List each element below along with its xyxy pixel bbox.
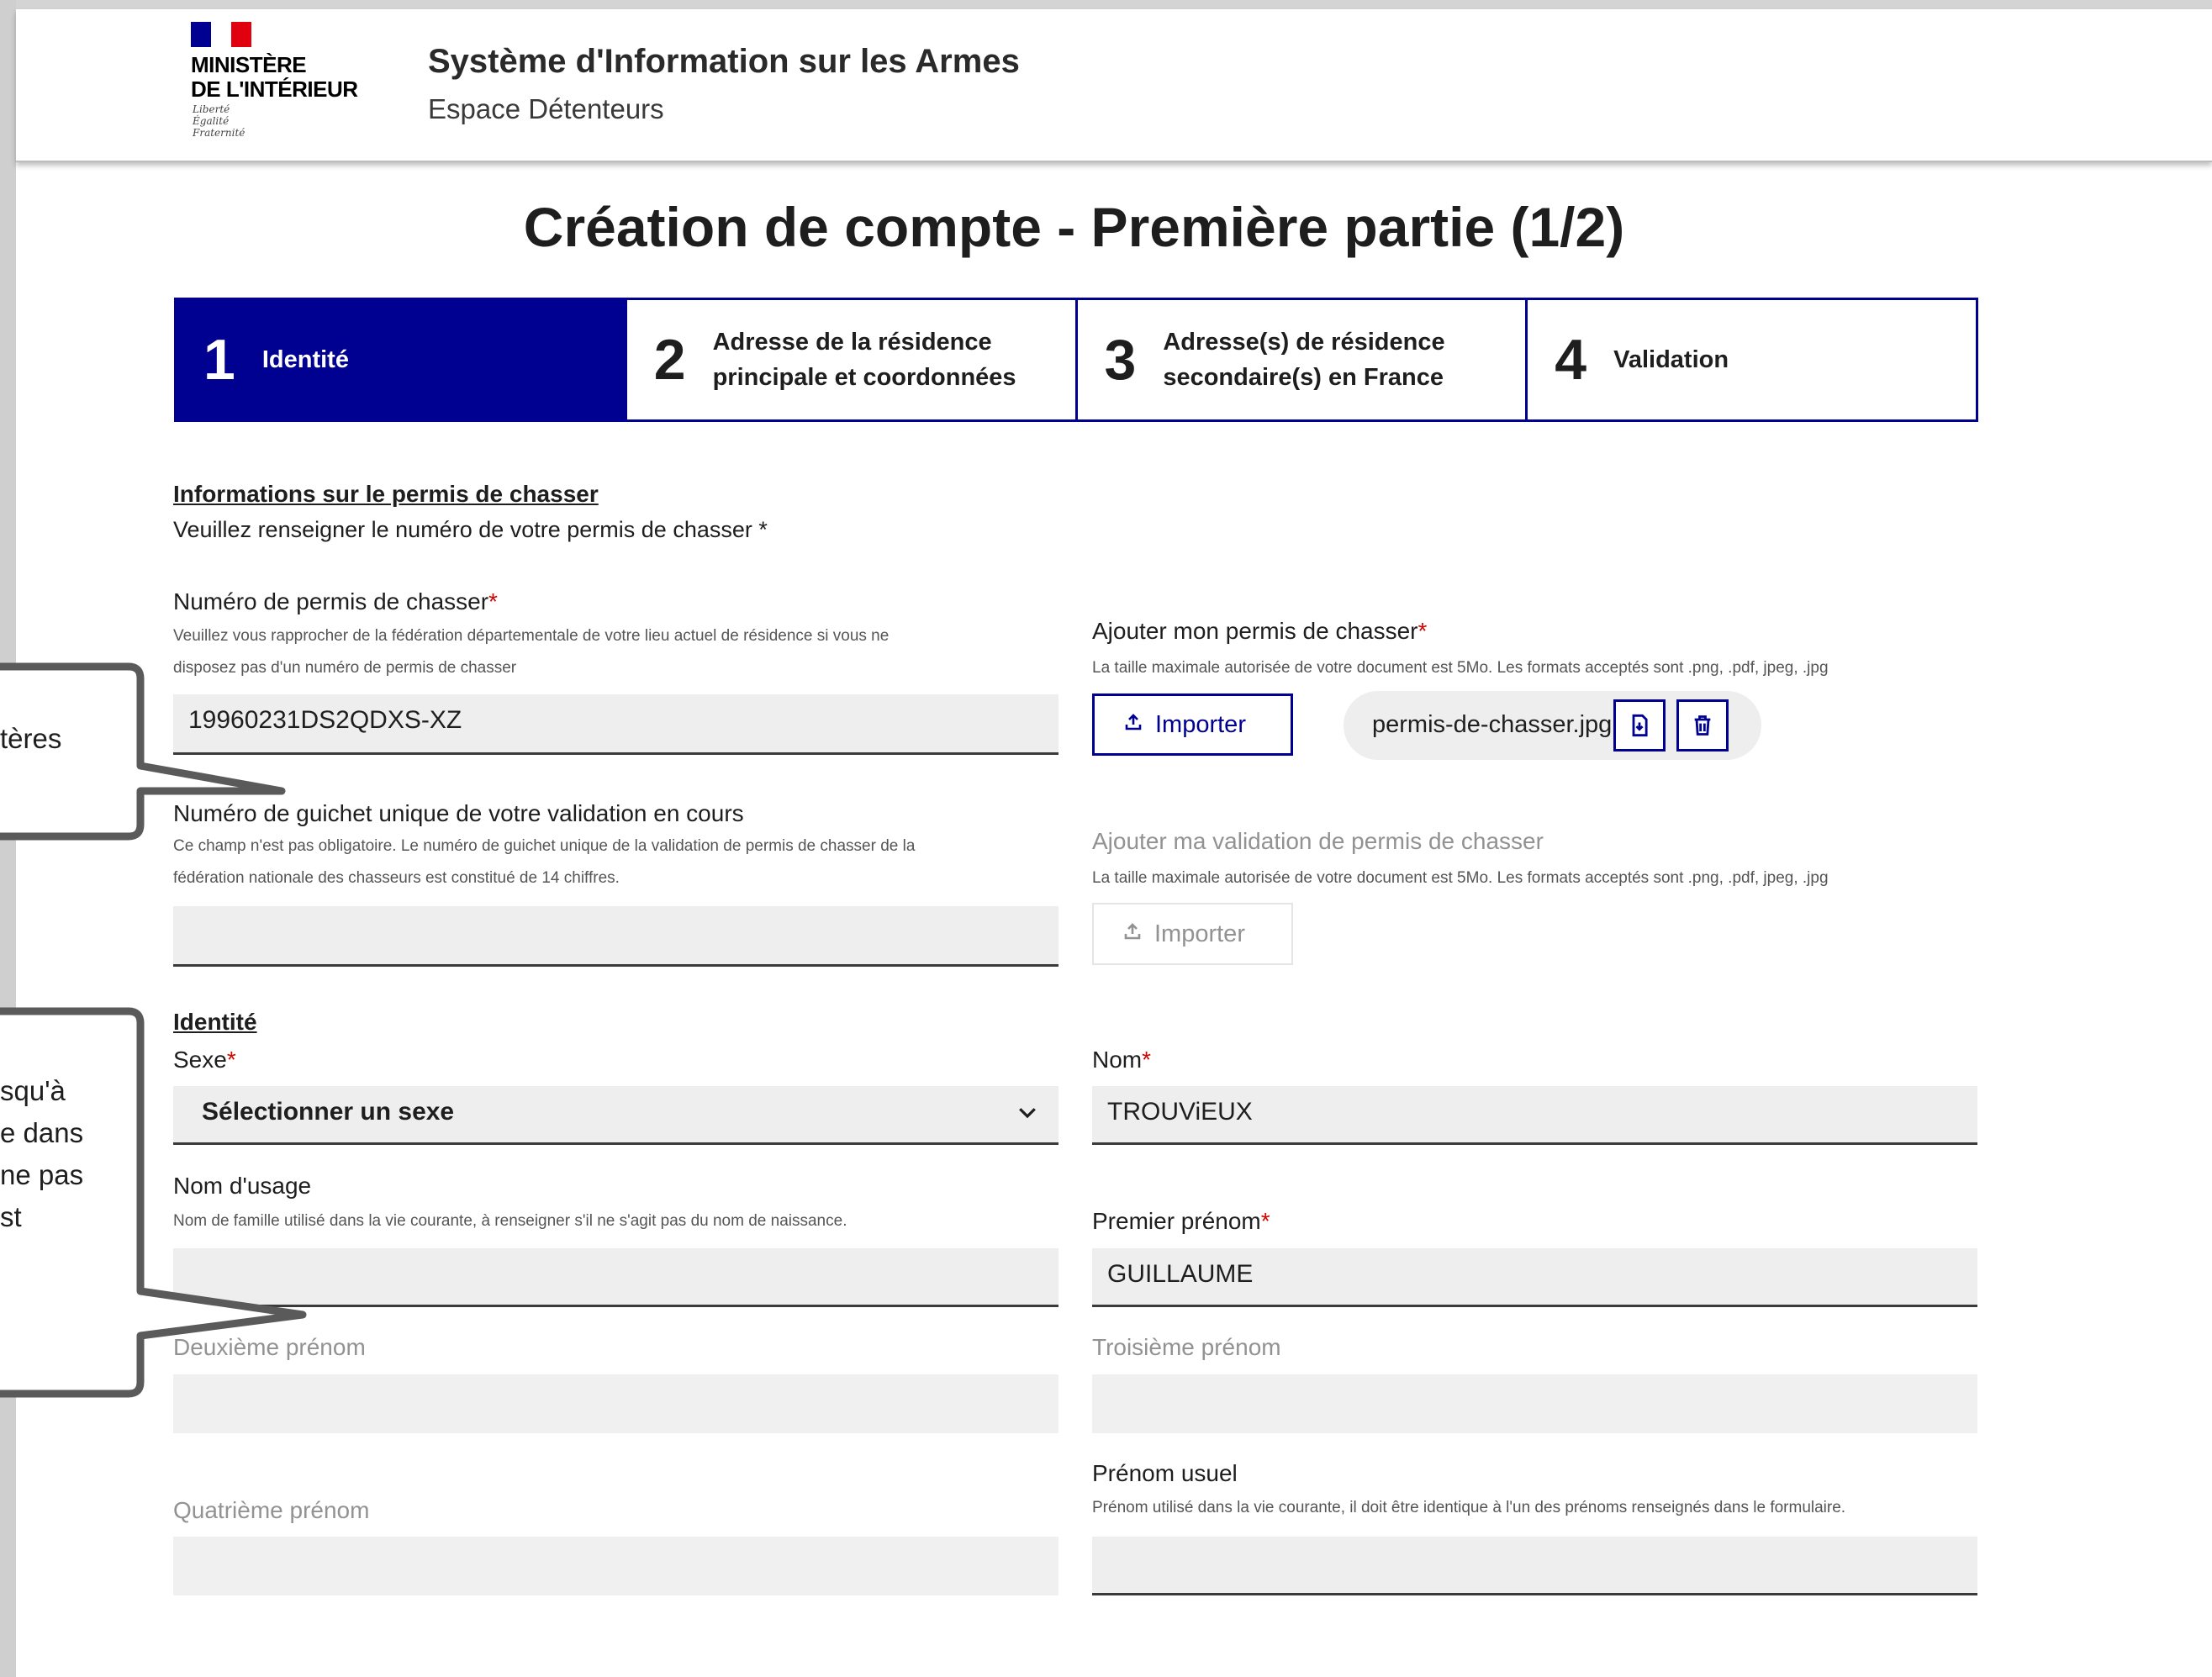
premier-prenom-label: Premier prénom* [1092,1208,1270,1235]
window-top-strip [0,0,2212,9]
site-title[interactable]: Système d'Information sur les Armes [428,43,1020,81]
import-label: Importer [1154,920,1245,947]
guichet-number-hint: Ce champ n'est pas obligatoire. Le numér… [173,831,915,894]
guichet-hint-line-2: fédération nationale des chasseurs est c… [173,869,620,887]
step-adresse-principale[interactable]: 2 Adresse de la résidence principale et … [624,300,1075,419]
step-number: 3 [1104,328,1137,392]
delete-file-button[interactable] [1676,699,1729,751]
permit-number-label: Numéro de permis de chasser* [173,588,498,615]
quatrieme-prenom-input[interactable] [173,1537,1058,1595]
upload-icon [1123,712,1143,738]
step-number: 4 [1555,328,1587,392]
premier-prenom-input[interactable]: GUILLAUME [1092,1248,1977,1307]
prenom-usuel-label: Prénom usuel [1092,1460,1238,1486]
step-label: Adresse(s) de résidence secondaire(s) en… [1163,329,1445,391]
required-marker: * [1417,618,1428,644]
upload-permit-label: Ajouter mon permis de chasser* [1092,618,1427,645]
step-number: 2 [653,328,686,392]
prenom-usuel-input[interactable] [1092,1537,1977,1595]
nom-usage-input[interactable] [173,1248,1058,1307]
import-label: Importer [1155,710,1246,738]
step-number: 1 [203,328,235,392]
chevron-down-icon [1015,1100,1040,1131]
upload-permit-hint: La taille maximale autorisée de votre do… [1092,659,1829,677]
import-validation-button[interactable]: Importer [1092,903,1293,965]
ministry-logo-text: MINISTÈRE DE L'INTÉRIEUR [191,53,358,102]
republic-motto: Liberté Égalité Fraternité [193,103,245,139]
permit-number-hint: Veuillez vous rapprocher de la fédératio… [173,620,889,684]
ministry-line-2: DE L'INTÉRIEUR [191,76,358,102]
guichet-number-label: Numéro de guichet unique de votre valida… [173,800,744,826]
upload-icon [1122,921,1143,947]
nom-usage-hint: Nom de famille utilisé dans la vie coura… [173,1212,847,1230]
required-marker: * [1260,1208,1270,1234]
upload-permit-label-text: Ajouter mon permis de chasser [1092,618,1418,644]
sexe-label-text: Sexe [173,1047,227,1073]
step-adresse-secondaire[interactable]: 3 Adresse(s) de résidence secondaire(s) … [1074,300,1526,419]
ministry-line-1: MINISTÈRE [191,52,307,77]
permit-intro-text: Veuillez renseigner le numéro de votre p… [173,517,768,542]
step-label: Identité [261,346,349,373]
import-permit-button[interactable]: Importer [1092,693,1293,756]
marianne-flag-logo [191,22,251,47]
sexe-select[interactable]: Sélectionner un sexe [173,1086,1058,1145]
motto-liberte: Liberté [193,103,230,115]
site-header: MINISTÈRE DE L'INTÉRIEUR Liberté Égalité… [16,9,2212,162]
permit-number-label-text: Numéro de permis de chasser [173,588,489,614]
download-file-button[interactable] [1613,699,1666,751]
permit-number-hint-line-2: disposez pas d'un numéro de permis de ch… [173,659,517,677]
identity-section-title: Identité [173,1009,257,1035]
trash-icon [1694,715,1711,736]
guichet-number-input[interactable] [173,906,1058,967]
uploaded-file-name: permis-de-chasser.jpg [1372,711,1613,738]
deuxieme-prenom-input[interactable] [173,1374,1058,1433]
required-marker: * [1142,1047,1152,1073]
permit-section-title: Informations sur le permis de chasser [173,481,599,507]
step-label: Validation [1613,346,1729,373]
site-subtitle: Espace Détenteurs [428,93,664,124]
permit-number-input[interactable]: 19960231DS2QDXS-XZ [173,694,1058,755]
required-marker: * [488,588,498,614]
uploaded-file-chip: permis-de-chasser.jpg [1344,691,1761,760]
guichet-hint-line-1: Ce champ n'est pas obligatoire. Le numér… [173,837,916,855]
step-label: Adresse de la résidence principale et co… [712,329,1016,391]
motto-egalite: Égalité [193,115,230,127]
prenom-usuel-hint: Prénom utilisé dans la vie courante, il … [1092,1499,1846,1516]
upload-validation-hint: La taille maximale autorisée de votre do… [1092,869,1829,887]
troisieme-prenom-label: Troisième prénom [1092,1334,1281,1360]
motto-fraternite: Fraternité [193,127,245,139]
sexe-select-value: Sélectionner un sexe [202,1098,455,1126]
upload-validation-label: Ajouter ma validation de permis de chass… [1092,828,1544,854]
file-download-icon [1632,714,1648,737]
sexe-label: Sexe* [173,1047,236,1073]
nom-usage-label: Nom d'usage [173,1173,312,1199]
nom-label: Nom* [1092,1047,1151,1073]
step-identite[interactable]: 1 Identité [177,300,625,419]
nom-label-text: Nom [1092,1047,1143,1073]
permit-number-hint-line-1: Veuillez vous rapprocher de la fédératio… [173,627,890,645]
deuxieme-prenom-label: Deuxième prénom [173,1334,366,1360]
quatrieme-prenom-label: Quatrième prénom [173,1497,370,1523]
page-title: Création de compte - Première partie (1/… [523,196,1625,258]
troisieme-prenom-input[interactable] [1092,1374,1977,1433]
required-marker: * [226,1047,236,1073]
step-validation[interactable]: 4 Validation [1525,300,1976,419]
premier-prenom-label-text: Premier prénom [1092,1208,1261,1234]
account-creation-stepper: 1 Identité 2 Adresse de la résidence pri… [174,298,1978,422]
nom-input[interactable]: TROUViEUX [1092,1086,1977,1145]
